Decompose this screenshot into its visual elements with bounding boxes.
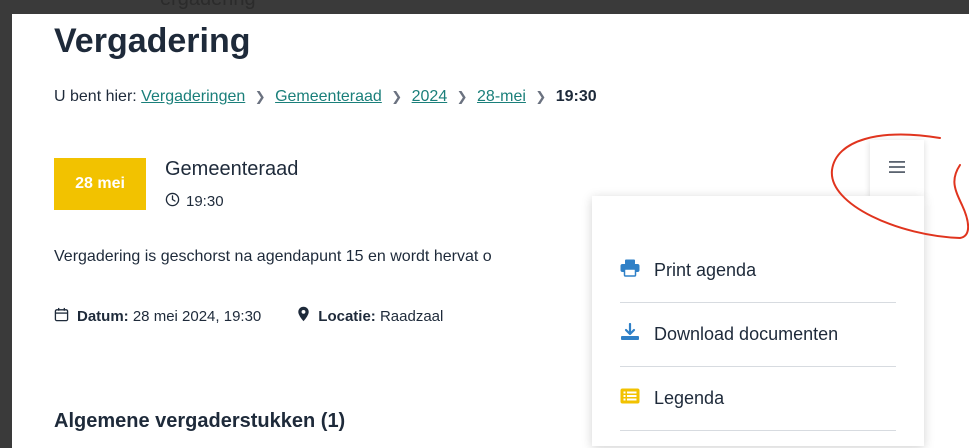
breadcrumb-separator-icon: ❯ xyxy=(456,89,468,104)
legend-list-icon xyxy=(620,388,640,409)
breadcrumb-prefix: U bent hier: xyxy=(54,88,137,105)
breadcrumb-link-date[interactable]: 28-mei xyxy=(477,88,526,105)
menu-item-label: Download documenten xyxy=(654,323,839,344)
menu-item-print-agenda[interactable]: Print agenda xyxy=(620,238,896,303)
top-partial-text: ergadering xyxy=(160,0,256,11)
breadcrumb-link-year[interactable]: 2024 xyxy=(412,88,448,105)
meeting-time: 19:30 xyxy=(165,192,224,211)
dropdown-menu: Print agenda Download documenten Legenda xyxy=(592,196,924,446)
hamburger-icon xyxy=(889,160,905,179)
clock-icon xyxy=(165,192,180,211)
location-detail: Locatie: Raadzaal xyxy=(297,306,443,326)
breadcrumb-separator-icon: ❯ xyxy=(254,89,266,104)
download-icon xyxy=(620,322,640,346)
location-label: Locatie: xyxy=(318,307,376,325)
map-pin-icon xyxy=(297,306,310,326)
menu-item-legenda[interactable]: Legenda xyxy=(620,366,896,431)
meeting-title: Gemeenteraad xyxy=(165,158,299,180)
location-value: Raadzaal xyxy=(379,307,444,325)
printer-icon xyxy=(620,259,640,282)
calendar-icon xyxy=(54,307,69,326)
date-value: 28 mei 2024, 19:30 xyxy=(132,307,262,325)
meeting-details: Datum: 28 mei 2024, 19:30 Locatie: Raadz… xyxy=(54,306,443,326)
date-detail: Datum: 28 mei 2024, 19:30 xyxy=(54,307,261,326)
breadcrumb: U bent hier: Vergaderingen ❯ Gemeenteraa… xyxy=(54,88,597,106)
breadcrumb-current: 19:30 xyxy=(555,88,597,105)
menu-button[interactable] xyxy=(870,140,924,198)
breadcrumb-link-vergaderingen[interactable]: Vergaderingen xyxy=(141,88,245,105)
meeting-time-value: 19:30 xyxy=(186,193,224,210)
menu-item-label: Print agenda xyxy=(654,259,757,280)
menu-item-label: Legenda xyxy=(654,387,725,408)
breadcrumb-separator-icon: ❯ xyxy=(535,89,547,104)
meeting-notice: Vergadering is geschorst na agendapunt 1… xyxy=(54,248,492,265)
breadcrumb-link-gemeenteraad[interactable]: Gemeenteraad xyxy=(275,88,382,105)
screenshot-frame: ergadering Vergadering U bent hier: Verg… xyxy=(0,0,969,448)
menu-item-download-documenten[interactable]: Download documenten xyxy=(620,302,896,367)
date-label: Datum: xyxy=(77,307,129,325)
section-title: Algemene vergaderstukken (1) xyxy=(54,410,346,432)
breadcrumb-separator-icon: ❯ xyxy=(391,89,403,104)
date-badge: 28 mei xyxy=(54,158,146,210)
page-title: Vergadering xyxy=(54,22,251,60)
